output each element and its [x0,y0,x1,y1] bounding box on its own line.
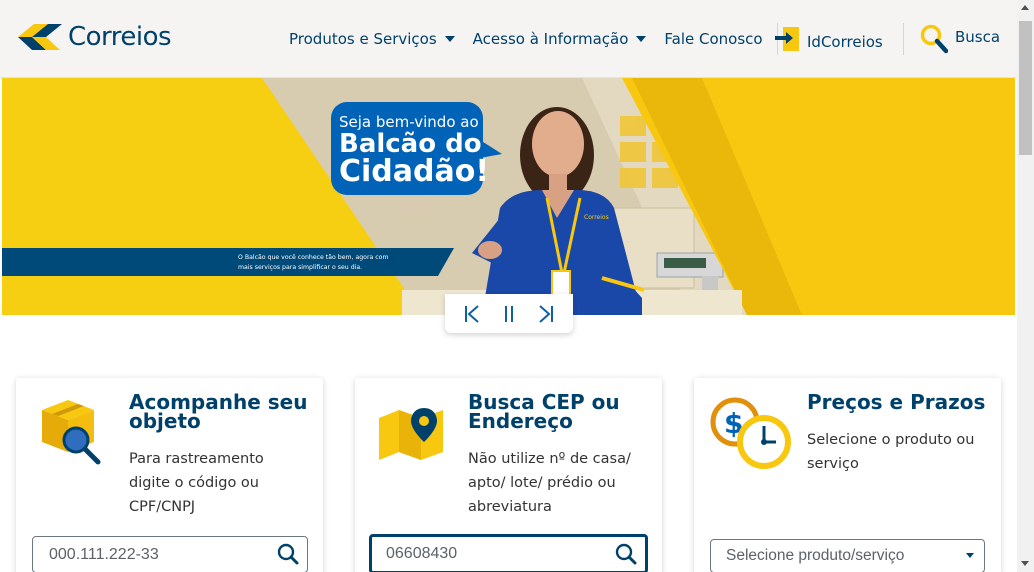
chevron-down-icon [444,36,455,42]
map-pin-icon [377,406,447,466]
correios-logo[interactable]: Correios [18,20,172,54]
card-precos-prazos: $ Preços e Prazos Selecione o produto ou… [694,378,1001,572]
cep-input[interactable]: 06608430 [369,534,648,572]
tracking-input-value: 000.111.222-33 [49,545,159,563]
main-nav: Produtos e Serviços Acesso à Informação … [289,0,778,78]
card-desc-line: serviço [807,456,859,472]
nav-fale-conosco-label: Fale Conosco [664,30,763,48]
nav-divider [903,23,904,55]
previous-slide-button[interactable] [457,299,487,329]
card-title: Acompanhe seu objeto [129,392,309,433]
login-icon [775,27,799,51]
pause-icon [504,305,513,322]
card-desc-line: apto/ lote/ prédio ou [468,475,616,491]
card-title-line: objeto [129,409,201,433]
ribbon-line-2: mais serviços para simplificar o seu dia… [238,264,362,271]
scroll-down-arrow-icon[interactable] [1021,561,1029,566]
next-slide-button[interactable] [531,299,561,329]
hero-banner[interactable]: Correios O Balcão que você conhece tão b… [2,78,1015,315]
ribbon-line-1: O Balcão que você conhece tão bem, agora… [238,253,389,261]
chevron-down-icon [966,553,974,558]
card-description: Não utilize nº de casa/ apto/ lote/ préd… [468,447,658,519]
search-link[interactable]: Busca [920,24,1000,54]
banner-image: Correios O Balcão que você conhece tão b… [2,78,1015,315]
nav-produtos-servicos-label: Produtos e Serviços [289,30,437,48]
skip-previous-icon [464,304,479,323]
tracking-input[interactable]: 000.111.222-33 [32,536,308,572]
card-desc-line: Selecione o produto ou [807,432,975,448]
card-description: Selecione o produto ou serviço [807,428,997,476]
skip-next-icon [539,304,554,323]
card-title-line: Endereço [468,409,573,433]
package-search-icon [36,396,106,470]
search-icon[interactable] [615,543,637,565]
chevron-down-icon [636,36,647,42]
search-icon [920,24,948,54]
card-title: Preços e Prazos [807,390,997,414]
price-clock-icon: $ [710,396,794,476]
idcorreios-label: IdCorreios [807,33,883,51]
scrollbar-thumb[interactable] [1019,21,1032,155]
scroll-up-arrow-icon[interactable] [1021,5,1029,10]
search-label: Busca [955,28,1001,46]
site-header: Correios Produtos e Serviços Acesso à In… [0,0,1017,78]
bubble-line-3: Cidadão! [339,154,489,189]
card-title: Busca CEP ou Endereço [468,392,648,433]
card-desc-line: digite o código ou [129,475,259,491]
product-service-select-value: Selecione produto/serviço [726,547,905,564]
cep-input-value: 06608430 [386,545,458,562]
logo-text: Correios [68,22,172,52]
search-icon[interactable] [277,543,299,565]
nav-acesso-informacao-label: Acesso à Informação [472,30,629,48]
nav-fale-conosco[interactable]: Fale Conosco [664,30,762,48]
nav-produtos-servicos[interactable]: Produtos e Serviços [289,30,455,48]
correios-logo-icon [18,24,62,50]
card-desc-line: CPF/CNPJ [129,499,196,515]
page-scrollbar[interactable] [1017,0,1034,572]
card-rastreamento: Acompanhe seu objeto Para rastreamento d… [16,378,323,572]
card-title-line: Preços e Prazos [807,390,986,414]
card-busca-cep: Busca CEP ou Endereço Não utilize nº de … [355,378,662,572]
card-desc-line: Não utilize nº de casa/ [468,451,631,467]
card-desc-line: Para rastreamento [129,451,264,467]
uniform-badge-text: Correios [584,214,609,221]
card-desc-line: abreviatura [468,499,552,515]
product-service-select[interactable]: Selecione produto/serviço [710,539,985,572]
idcorreios-link[interactable]: IdCorreios [774,26,883,52]
nav-acesso-informacao[interactable]: Acesso à Informação [473,30,647,48]
slider-controls [445,294,573,333]
card-description: Para rastreamento digite o código ou CPF… [129,447,319,519]
pause-slideshow-button[interactable] [494,299,524,329]
